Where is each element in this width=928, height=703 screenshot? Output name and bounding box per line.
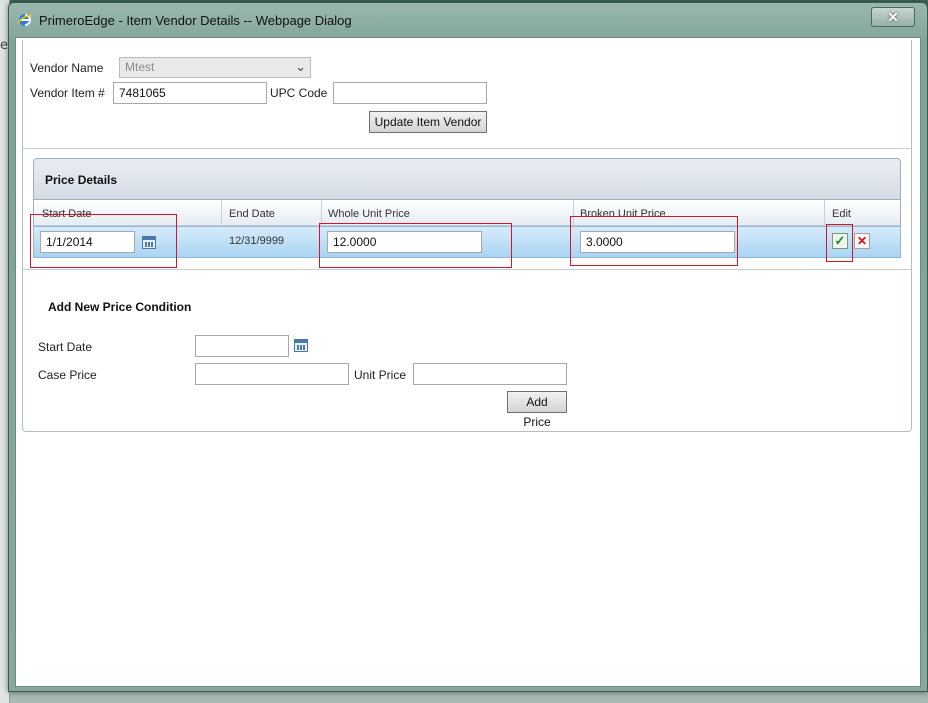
column-end-date[interactable]: End Date [229, 208, 275, 220]
highlight-broken-unit-price [570, 216, 738, 266]
column-separator [824, 200, 825, 226]
chevron-down-icon: ⌄ [295, 59, 306, 74]
divider [23, 269, 911, 270]
case-price-label: Case Price [38, 368, 97, 382]
delete-x-icon[interactable]: ✕ [854, 233, 870, 249]
upc-code-input[interactable] [333, 82, 487, 104]
new-start-date-input[interactable] [195, 335, 289, 357]
vendor-name-value: Mtest [125, 60, 155, 74]
price-details-header: Price Details [33, 158, 901, 200]
vendor-name-select[interactable]: Mtest ⌄ [119, 57, 311, 78]
calendar-icon[interactable] [294, 339, 308, 352]
unit-price-input[interactable] [413, 363, 567, 385]
highlight-start-date [30, 214, 177, 268]
end-date-value: 12/31/9999 [229, 235, 285, 247]
new-start-date-label: Start Date [38, 340, 93, 354]
highlight-edit-save [826, 224, 853, 262]
close-button[interactable]: ✕ [871, 7, 915, 27]
unit-price-label: Unit Price [354, 368, 407, 382]
column-whole-unit-price[interactable]: Whole Unit Price [328, 208, 410, 220]
vendor-name-label: Vendor Name [30, 61, 104, 75]
dialog-content: Vendor Name Mtest ⌄ Vendor Item # 748106… [15, 37, 921, 687]
vendor-item-input[interactable]: 7481065 [113, 82, 267, 104]
upc-code-label: UPC Code [270, 86, 328, 100]
title-bar: PrimeroEdge - Item Vendor Details -- Web… [9, 3, 927, 37]
highlight-whole-unit-price [319, 223, 512, 268]
webpage-dialog: PrimeroEdge - Item Vendor Details -- Web… [8, 2, 928, 692]
item-vendor-panel: Vendor Name Mtest ⌄ Vendor Item # 748106… [22, 40, 912, 432]
add-price-button[interactable]: Add Price [507, 391, 567, 429]
price-details-title: Price Details [45, 173, 118, 187]
column-edit: Edit [832, 208, 851, 220]
update-item-vendor-button[interactable]: Update Item Vendor [369, 111, 487, 133]
add-price-condition-title: Add New Price Condition [48, 300, 192, 314]
column-separator [221, 200, 222, 226]
window-title: PrimeroEdge - Item Vendor Details -- Web… [39, 13, 352, 28]
ie-icon [17, 14, 33, 26]
vendor-item-label: Vendor Item # [30, 86, 105, 100]
divider [23, 148, 911, 149]
case-price-input[interactable] [195, 363, 349, 385]
